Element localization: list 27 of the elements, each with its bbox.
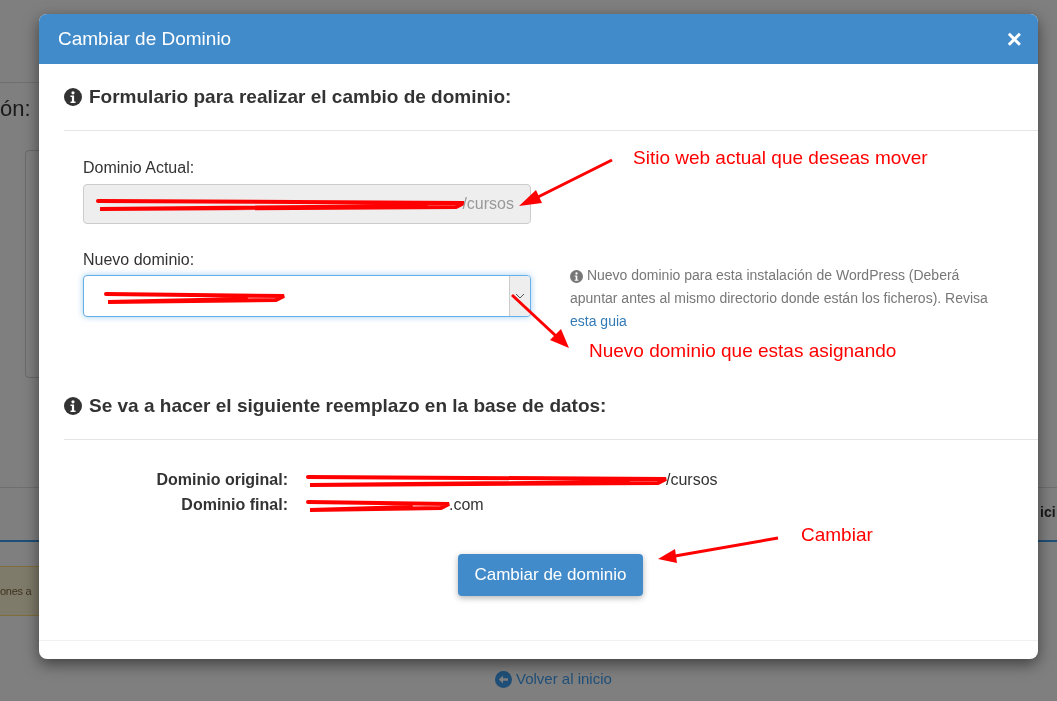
section-heading: Se va a hacer el siguiente reemplazo en la base de datos: xyxy=(89,393,607,418)
column-header-text: ici xyxy=(1040,503,1056,522)
annotation-text: Cambiar xyxy=(801,523,873,547)
info-icon xyxy=(64,397,82,415)
guide-link[interactable]: esta guia xyxy=(570,313,627,329)
arrow-left-icon xyxy=(495,670,512,688)
field-label: Dominio Actual: xyxy=(83,158,196,178)
dialog-title: Cambiar de Dominio xyxy=(58,26,232,51)
field-value: .com xyxy=(449,494,484,515)
section-heading: Formulario para realizar el cambio de dominio: xyxy=(89,84,512,109)
help-text: Nuevo dominio para esta instalación de WordPress (Deberá apuntar antes al mismo directorio donde están los ficheros). Revisa esta guia xyxy=(570,267,988,329)
new-domain-select[interactable] xyxy=(83,275,531,317)
annotation-arrow xyxy=(510,293,569,348)
info-icon xyxy=(570,269,583,283)
close-button[interactable]: × xyxy=(1006,26,1022,52)
back-link[interactable]: Volver al inicio xyxy=(495,668,612,691)
alert-text: ones a xyxy=(0,583,32,599)
chevron-down-icon xyxy=(515,293,525,299)
field-value: /cursos xyxy=(666,469,718,490)
annotation-text: Sitio web actual que deseas mover xyxy=(633,146,928,170)
field-label: Nuevo dominio: xyxy=(83,250,196,270)
info-icon xyxy=(64,88,82,106)
field-label: Dominio final: xyxy=(180,494,288,515)
change-domain-button[interactable]: Cambiar de dominio xyxy=(458,554,643,596)
annotation-text: Nuevo dominio que estas asignando xyxy=(589,339,897,363)
field-label: Dominio original: xyxy=(155,469,288,490)
heading-text: ón: xyxy=(0,95,31,123)
